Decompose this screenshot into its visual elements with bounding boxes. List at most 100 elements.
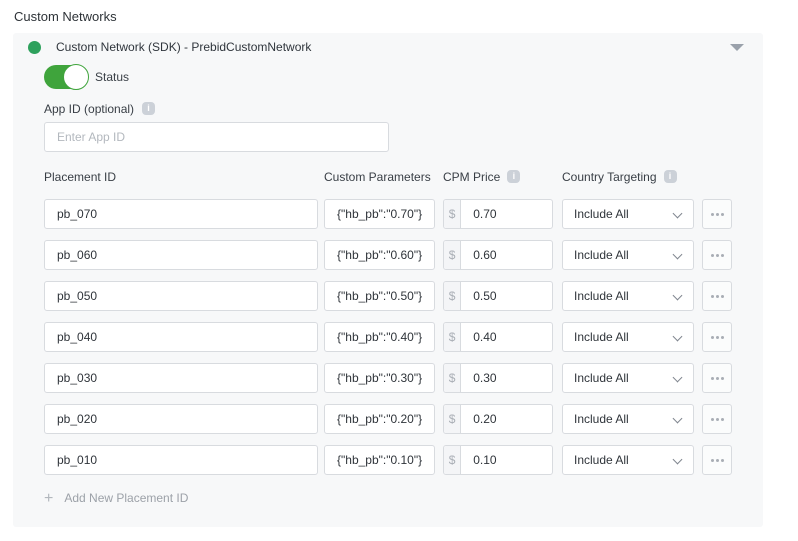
cpm-price-field: $: [443, 445, 553, 475]
custom-params-input[interactable]: [324, 240, 435, 270]
placement-id-input[interactable]: [44, 363, 318, 393]
ellipsis-icon: [716, 336, 719, 339]
info-icon[interactable]: i: [664, 170, 677, 183]
cpm-price-input[interactable]: [461, 364, 552, 392]
country-targeting-value: Include All: [574, 330, 629, 344]
more-options-button[interactable]: [702, 322, 732, 352]
currency-prefix: $: [444, 323, 461, 351]
more-options-button[interactable]: [702, 240, 732, 270]
country-targeting-select[interactable]: Include All: [562, 404, 694, 434]
page-title: Custom Networks: [14, 9, 798, 24]
chevron-down-icon: [673, 209, 683, 219]
more-options-button[interactable]: [702, 404, 732, 434]
chevron-down-icon: [673, 291, 683, 301]
cpm-price-input[interactable]: [461, 241, 552, 269]
ellipsis-icon: [716, 254, 719, 257]
network-title: Custom Network (SDK) - PrebidCustomNetwo…: [56, 40, 311, 54]
add-placement-button[interactable]: + Add New Placement ID: [44, 491, 763, 505]
info-icon[interactable]: i: [142, 102, 155, 115]
placements-table-header: Placement ID Custom Parameters CPM Price…: [44, 170, 763, 183]
app-id-input[interactable]: [44, 122, 389, 152]
custom-params-input[interactable]: [324, 404, 435, 434]
custom-params-input[interactable]: [324, 445, 435, 475]
ellipsis-icon: [721, 254, 724, 257]
cpm-price-input[interactable]: [461, 323, 552, 351]
country-targeting-select[interactable]: Include All: [562, 445, 694, 475]
country-targeting-select[interactable]: Include All: [562, 281, 694, 311]
placement-row: $ Include All: [44, 240, 763, 270]
toggle-knob-icon: [63, 64, 89, 90]
placement-id-input[interactable]: [44, 404, 318, 434]
status-label: Status: [95, 70, 129, 84]
currency-prefix: $: [444, 241, 461, 269]
country-targeting-value: Include All: [574, 371, 629, 385]
more-options-button[interactable]: [702, 445, 732, 475]
custom-params-input[interactable]: [324, 199, 435, 229]
more-options-button[interactable]: [702, 199, 732, 229]
cpm-price-field: $: [443, 404, 553, 434]
placement-row: $ Include All: [44, 322, 763, 352]
custom-params-input[interactable]: [324, 322, 435, 352]
currency-prefix: $: [444, 405, 461, 433]
column-header-cpm-price: CPM Price i: [443, 170, 562, 184]
ellipsis-icon: [721, 336, 724, 339]
ellipsis-icon: [711, 418, 714, 421]
placement-row: $ Include All: [44, 363, 763, 393]
ellipsis-icon: [711, 377, 714, 380]
ellipsis-icon: [716, 295, 719, 298]
custom-networks-page: Custom Networks Custom Network (SDK) - P…: [0, 0, 798, 541]
placement-id-input[interactable]: [44, 240, 318, 270]
ellipsis-icon: [716, 459, 719, 462]
chevron-down-icon: [673, 373, 683, 383]
cpm-price-field: $: [443, 240, 553, 270]
ellipsis-icon: [716, 213, 719, 216]
collapse-chevron-icon[interactable]: [730, 44, 744, 51]
country-targeting-select[interactable]: Include All: [562, 199, 694, 229]
ellipsis-icon: [711, 336, 714, 339]
more-options-button[interactable]: [702, 363, 732, 393]
country-targeting-select[interactable]: Include All: [562, 363, 694, 393]
more-options-button[interactable]: [702, 281, 732, 311]
placement-id-input[interactable]: [44, 199, 318, 229]
ellipsis-icon: [711, 459, 714, 462]
column-label: Custom Parameters: [324, 170, 431, 184]
country-targeting-value: Include All: [574, 289, 629, 303]
placement-row: $ Include All: [44, 445, 763, 475]
custom-params-input[interactable]: [324, 281, 435, 311]
country-targeting-select[interactable]: Include All: [562, 240, 694, 270]
column-header-custom-parameters: Custom Parameters: [324, 170, 443, 184]
placement-id-input[interactable]: [44, 322, 318, 352]
country-targeting-value: Include All: [574, 412, 629, 426]
country-targeting-value: Include All: [574, 453, 629, 467]
cpm-price-input[interactable]: [461, 405, 552, 433]
ellipsis-icon: [721, 295, 724, 298]
status-toggle[interactable]: [44, 65, 88, 89]
country-targeting-value: Include All: [574, 248, 629, 262]
ellipsis-icon: [721, 418, 724, 421]
ellipsis-icon: [711, 254, 714, 257]
custom-params-input[interactable]: [324, 363, 435, 393]
cpm-price-input[interactable]: [461, 282, 552, 310]
placement-id-input[interactable]: [44, 281, 318, 311]
placement-rows: $ Include All $ Include All: [44, 199, 763, 475]
chevron-down-icon: [673, 414, 683, 424]
placement-id-input[interactable]: [44, 445, 318, 475]
column-header-placement-id: Placement ID: [44, 170, 324, 184]
cpm-price-field: $: [443, 322, 553, 352]
chevron-down-icon: [673, 332, 683, 342]
cpm-price-field: $: [443, 363, 553, 393]
country-targeting-select[interactable]: Include All: [562, 322, 694, 352]
cpm-price-input[interactable]: [461, 446, 552, 474]
cpm-price-field: $: [443, 199, 553, 229]
info-icon[interactable]: i: [507, 170, 520, 183]
custom-network-card: Custom Network (SDK) - PrebidCustomNetwo…: [13, 33, 763, 527]
add-placement-label: Add New Placement ID: [64, 491, 188, 505]
country-targeting-value: Include All: [574, 207, 629, 221]
ellipsis-icon: [721, 377, 724, 380]
column-label: CPM Price: [443, 170, 500, 184]
currency-prefix: $: [444, 282, 461, 310]
currency-prefix: $: [444, 364, 461, 392]
cpm-price-input[interactable]: [461, 200, 552, 228]
currency-prefix: $: [444, 446, 461, 474]
app-id-label-row: App ID (optional) i: [44, 102, 763, 115]
